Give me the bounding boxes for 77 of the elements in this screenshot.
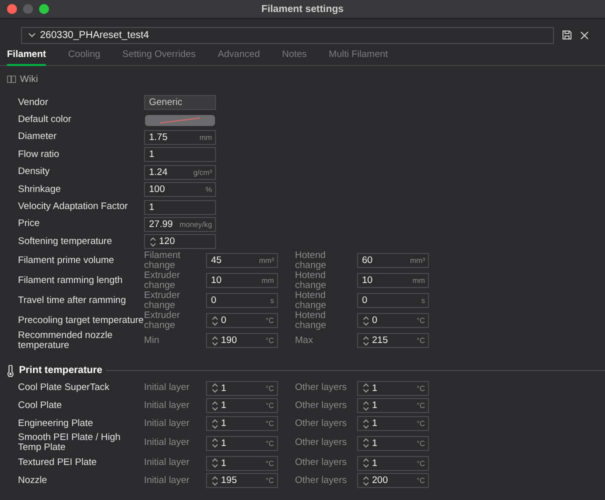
section-title: Print temperature: [19, 365, 102, 376]
field-sublabel: Other layers: [295, 438, 348, 448]
preset-name: 260330_PHAreset_test4: [40, 30, 149, 40]
close-icon[interactable]: [580, 30, 589, 40]
field-sublabel: Hotend change: [295, 290, 328, 311]
spinner-arrows-icon[interactable]: [149, 236, 157, 248]
spinner-arrows-icon[interactable]: [362, 382, 370, 394]
zoom-window-button[interactable]: [39, 4, 49, 14]
field-sublabel: Hotend change: [295, 250, 328, 271]
field-sublabel: Hotend change: [295, 310, 328, 331]
close-window-button[interactable]: [7, 4, 17, 14]
color-swatch[interactable]: [145, 114, 215, 126]
field-label: Filament ramming length: [18, 276, 124, 286]
spinner-arrows-icon[interactable]: [211, 437, 219, 450]
field-sublabel: Initial layer: [144, 383, 190, 394]
book-icon: [7, 75, 16, 83]
field-sublabel: Hotend change: [295, 270, 328, 291]
field-label: Smooth PEI Plate / High Temp Plate: [18, 433, 122, 454]
field-label: Velocity Adaptation Factor: [18, 202, 129, 212]
field-label: Diameter: [18, 132, 58, 142]
field-sublabel: Filament change: [144, 250, 182, 271]
field-label: Cool Plate SuperTack: [18, 383, 110, 394]
field-label: Precooling target temperature: [18, 316, 144, 326]
spinner-arrows-icon[interactable]: [211, 334, 219, 347]
spinner-arrows-icon[interactable]: [362, 334, 370, 347]
spinner-arrows-icon[interactable]: [211, 418, 219, 430]
save-icon[interactable]: [562, 30, 572, 40]
field-label: Nozzle: [18, 476, 48, 486]
spinner-arrows-icon[interactable]: [362, 418, 370, 430]
spinner-arrows-icon[interactable]: [211, 382, 219, 394]
field-label: Shrinkage: [18, 184, 62, 195]
field-sublabel: Max: [295, 336, 314, 346]
spinner-arrows-icon[interactable]: [211, 314, 219, 327]
thermometer-icon: [6, 364, 15, 377]
spinner-arrows-icon[interactable]: [362, 400, 370, 412]
field-label: Price: [18, 219, 41, 230]
field-label: Default color: [18, 115, 72, 126]
field-sublabel: Other layers: [295, 458, 348, 468]
field-label: Recommended nozzle temperature: [18, 330, 114, 351]
field-sublabel: Initial layer: [144, 438, 190, 448]
field-label: Filament prime volume: [18, 256, 116, 266]
spinner-arrows-icon[interactable]: [362, 474, 370, 487]
number-field[interactable]: 1: [144, 147, 216, 162]
field-label: Travel time after ramming: [18, 296, 127, 306]
field-sublabel: Other layers: [295, 383, 348, 394]
field-label: Vendor: [18, 98, 50, 108]
field-sublabel: Initial layer: [144, 400, 190, 411]
spinner-arrows-icon[interactable]: [211, 457, 219, 470]
field-sublabel: Extruder change: [144, 270, 181, 291]
field-sublabel: Min: [144, 336, 160, 346]
field-label: Softening temperature: [18, 236, 114, 247]
spinner-arrows-icon[interactable]: [362, 437, 370, 450]
vendor-combo[interactable]: Generic: [144, 95, 216, 110]
spinner-arrows-icon[interactable]: [211, 400, 219, 412]
window-title: Filament settings: [261, 4, 344, 14]
field-label: Cool Plate: [18, 400, 63, 411]
field-sublabel: Extruder change: [144, 290, 181, 311]
spinner-arrows-icon[interactable]: [211, 474, 219, 487]
spinner-arrows-icon[interactable]: [362, 314, 370, 327]
spinner-arrows-icon[interactable]: [362, 457, 370, 470]
chevron-down-icon: [28, 32, 36, 38]
field-sublabel: Initial layer: [144, 476, 190, 486]
field-label: Density: [18, 167, 51, 178]
field-sublabel: Other layers: [295, 418, 348, 428]
number-field[interactable]: 120: [144, 234, 216, 250]
tab[interactable]: Filament: [7, 49, 46, 66]
field-sublabel: Other layers: [295, 476, 348, 486]
number-field[interactable]: 1: [144, 200, 216, 215]
wiki-link[interactable]: Wiki: [20, 74, 38, 84]
field-sublabel: Other layers: [295, 400, 348, 411]
field-sublabel: Initial layer: [144, 418, 190, 428]
field-label: Textured PEI Plate: [18, 458, 98, 468]
field-sublabel: Extruder change: [144, 310, 181, 331]
field-label: Engineering Plate: [18, 418, 94, 428]
field-sublabel: Initial layer: [144, 458, 190, 468]
field-label: Flow ratio: [18, 150, 60, 160]
preset-dropdown[interactable]: 260330_PHAreset_test4: [21, 26, 554, 44]
